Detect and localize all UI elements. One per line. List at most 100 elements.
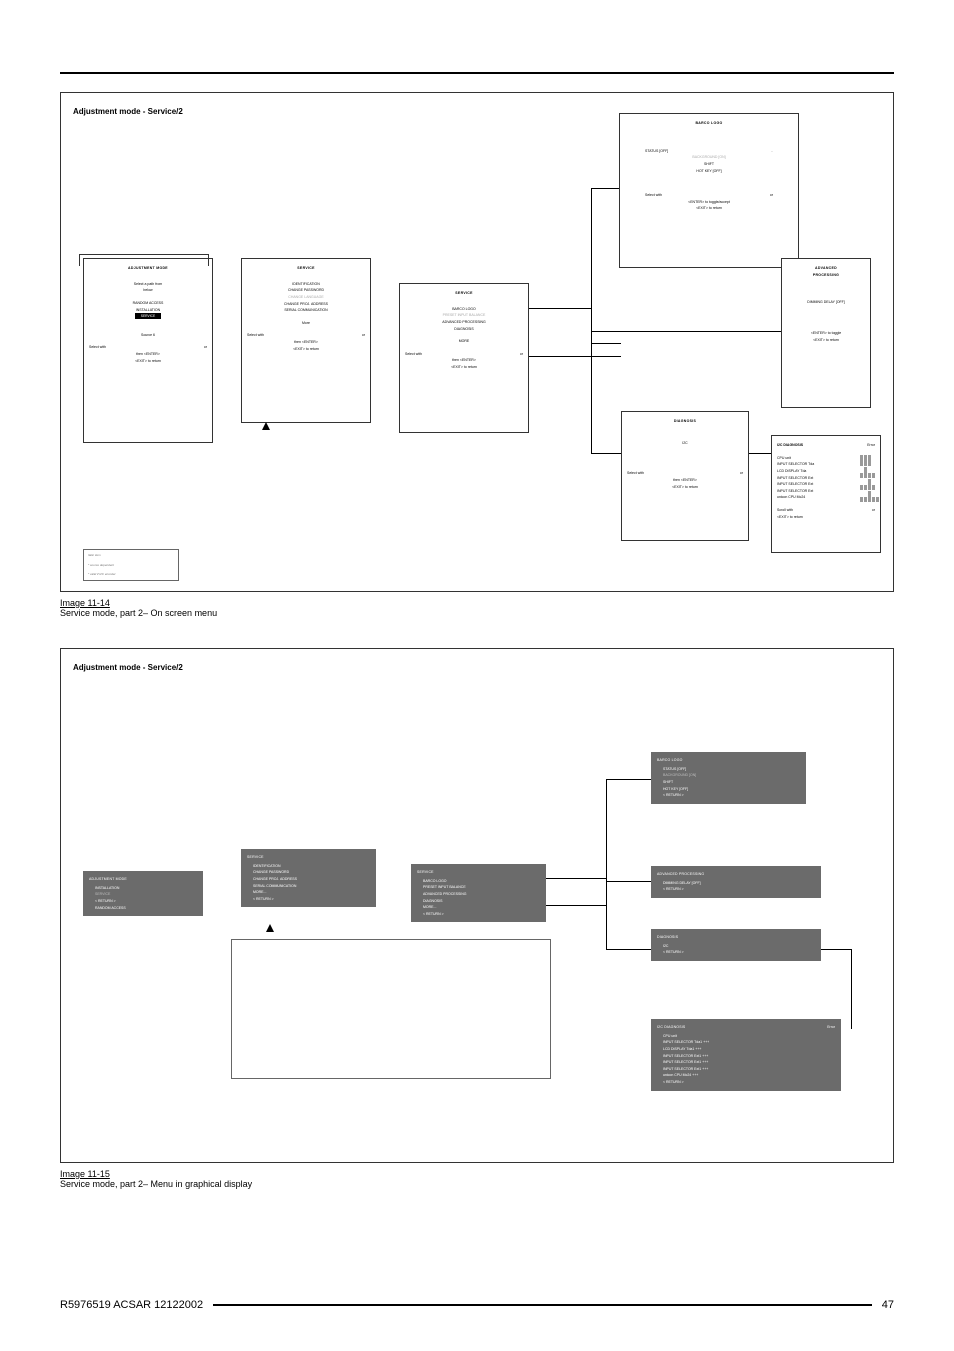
arrow-up-icon	[266, 924, 274, 932]
i2c-row: INPUT SELECTOR Ext1 +++	[663, 1066, 835, 1073]
i2c-row: INPUT SELECTOR Ext1 +++	[663, 1053, 835, 1060]
item: ADVANCED PROCESSING	[405, 319, 523, 326]
select-label: Select with	[247, 332, 264, 339]
footer-rule	[213, 1304, 872, 1306]
item: ADVANCED PROCESSING	[423, 891, 540, 898]
connector	[546, 905, 606, 906]
connector	[529, 308, 591, 309]
item: CHANGE PASSWORD	[247, 287, 365, 294]
return: < RETURN >	[663, 886, 815, 893]
item: BARCO LOGO	[423, 878, 540, 885]
connector	[821, 949, 851, 950]
item: SERIAL COMMUNICATION	[247, 307, 365, 314]
or-label: or	[362, 332, 365, 339]
error-label: Error	[867, 442, 875, 449]
help-exit: <EXIT> to return	[89, 358, 207, 365]
connector	[591, 331, 781, 332]
top-rule	[60, 72, 894, 74]
diagnosis-menu: DIAGNOSIS I2C Select withor then <ENTER>…	[621, 411, 749, 541]
menu-title: ADJUSTMENT MODE	[89, 876, 197, 883]
help-enter: then <ENTER>	[405, 357, 523, 364]
help-enter: <ENTER> to toggle/accept	[625, 199, 793, 206]
caption-1114: Image 11-14 Service mode, part 2– On scr…	[60, 598, 894, 618]
connector	[591, 343, 592, 453]
item: DIAGNOSIS	[405, 326, 523, 333]
bar-chart-icon	[859, 455, 879, 502]
connector	[851, 949, 852, 1029]
i2c-row: INPUT SELECTOR Ext1 +++	[663, 1059, 835, 1066]
dim: DIMMING DELAY [OFF]	[663, 880, 815, 887]
legend-note: Italic item * source dependent * valid i…	[83, 549, 179, 581]
arrow-up-icon	[262, 422, 270, 430]
help-enter: then <ENTER>	[89, 351, 207, 358]
item: RANDOM ACCESS	[95, 905, 197, 912]
hotkey: HOT KEY [OFF]	[625, 168, 793, 175]
return: < RETURN >	[95, 898, 197, 905]
i2c-gmenu: I2C DIAGNOSISError CPU unit INPUT SELECT…	[651, 1019, 841, 1091]
item: DIAGNOSIS	[423, 898, 540, 905]
item-muted: PRESET INPUT BALANCE	[405, 312, 523, 319]
service-menu-1: SERVICE IDENTIFICATION CHANGE PASSWORD C…	[241, 258, 371, 423]
caption-label: Image 11-14	[60, 598, 110, 608]
menu-title: I2C DIAGNOSIS	[777, 442, 803, 449]
connector	[606, 881, 651, 882]
help-exit: <EXIT> to return	[625, 205, 793, 212]
more: More	[247, 320, 365, 327]
diagram-1114: Adjustment mode - Service/2 ADJUSTMENT M…	[60, 92, 894, 592]
note-line: Italic item	[88, 553, 174, 558]
menu-title: I2C DIAGNOSIS	[657, 1024, 685, 1031]
page-footer: R5976519 ACSAR 12122002 47	[60, 1299, 894, 1311]
connector	[606, 949, 651, 950]
item: SERIAL COMMUNICATION	[253, 883, 370, 890]
error-label: Error	[827, 1024, 835, 1033]
help-enter: <ENTER> to toggle	[787, 330, 865, 337]
select-label: Scroll with	[777, 507, 793, 514]
diagram-title: Adjustment mode - Service/2	[73, 663, 881, 672]
i2c-row: unicon CPU Mc24 +++	[663, 1072, 835, 1079]
connector	[591, 343, 621, 344]
i2c: I2C	[627, 440, 743, 447]
menu-tab	[79, 254, 209, 266]
select-label: Select with	[405, 351, 422, 358]
shift: SHIFT	[625, 161, 793, 168]
or-label: or	[770, 192, 773, 199]
more: MORE...	[253, 889, 370, 896]
item: CHANGE PROJ. ADDRESS	[253, 876, 370, 883]
below: below	[89, 287, 207, 294]
item: IDENTIFICATION	[253, 863, 370, 870]
header: Select a path from	[89, 281, 207, 288]
or-label: or	[204, 344, 207, 351]
note-line: * source dependent	[88, 563, 174, 568]
footer-page-number: 47	[882, 1299, 894, 1311]
note-line: * valid if I2C encoder	[88, 572, 174, 577]
help-exit: <EXIT> to return	[627, 484, 743, 491]
return: < RETURN >	[423, 911, 540, 918]
service-gmenu-2: SERVICE BARCO LOGO PRESET INPUT BALANCE …	[411, 864, 546, 922]
service-gmenu-1: SERVICE IDENTIFICATION CHANGE PASSWORD C…	[241, 849, 376, 907]
connector	[606, 779, 651, 780]
connector	[591, 188, 619, 189]
item: IDENTIFICATION	[247, 281, 365, 288]
dash: –	[771, 148, 773, 155]
item: BARCO LOGO	[405, 306, 523, 313]
advanced-gmenu: ADVANCED PROCESSING DIMMING DELAY [OFF] …	[651, 866, 821, 898]
bg: BACKGROUND [ON]	[663, 772, 800, 779]
or-label: or	[520, 351, 523, 358]
status: STATUS [OFF]	[645, 148, 668, 155]
i2c: I2C	[663, 943, 815, 950]
footer-doc-id: R5976519 ACSAR 12122002	[60, 1299, 203, 1311]
menu-title: SERVICE	[405, 290, 523, 297]
adjustment-mode-menu: ADJUSTMENT MODE Select a path from below…	[83, 258, 213, 443]
shift: SHIFT	[663, 779, 800, 786]
caption-text: Service mode, part 2– Menu in graphical …	[60, 1179, 252, 1189]
item: INSTALLATION	[95, 885, 197, 892]
return: < RETURN >	[663, 792, 800, 799]
menu-title: SERVICE	[247, 854, 370, 861]
select-label: Select with	[627, 470, 644, 477]
return: < RETURN >	[663, 1079, 835, 1086]
item-selected: SERVICE	[95, 891, 197, 898]
caption-1115: Image 11-15 Service mode, part 2– Menu i…	[60, 1169, 894, 1189]
connector	[606, 779, 607, 949]
connector	[749, 453, 771, 454]
or-label: or	[740, 470, 743, 477]
